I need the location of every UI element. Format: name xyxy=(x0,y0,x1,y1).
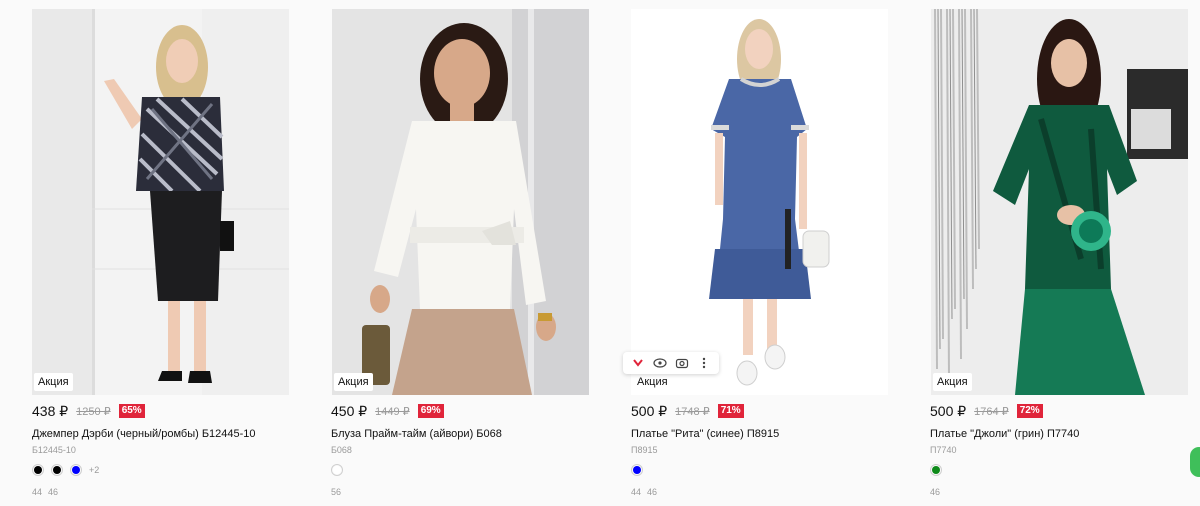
product-photo[interactable]: Акция xyxy=(332,9,589,395)
color-swatch-black[interactable] xyxy=(51,464,63,476)
product-image-dress-green xyxy=(931,9,1188,395)
quick-actions-bar xyxy=(623,352,719,374)
product-card[interactable]: Акция 450 ₽ 1449 ₽ 69% Блуза Прайм-тайм … xyxy=(315,0,589,506)
size-option[interactable]: 44 xyxy=(32,487,42,497)
product-name[interactable]: Джемпер Дэрби (черный/ромбы) Б12445-10 xyxy=(32,428,256,440)
promo-badge: Акция xyxy=(933,373,972,391)
old-price: 1449 ₽ xyxy=(375,405,410,418)
eye-icon[interactable] xyxy=(651,354,669,372)
price-row: 438 ₽ 1250 ₽ 65% xyxy=(32,402,145,420)
current-price: 438 ₽ xyxy=(32,402,69,419)
promo-badge: Акция xyxy=(334,373,373,391)
color-swatch-blue[interactable] xyxy=(70,464,82,476)
price-row: 500 ₽ 1764 ₽ 72% xyxy=(930,402,1043,420)
camera-icon[interactable] xyxy=(673,354,691,372)
size-list: 44 46 xyxy=(32,487,58,497)
chat-widget-button[interactable] xyxy=(1190,447,1200,477)
color-swatch-white[interactable] xyxy=(331,464,343,476)
product-name[interactable]: Блуза Прайм-тайм (айвори) Б068 xyxy=(331,428,502,440)
promo-badge: Акция xyxy=(633,373,672,391)
product-image-dress-blue xyxy=(631,9,888,395)
size-list: 56 xyxy=(331,487,341,497)
old-price: 1748 ₽ xyxy=(675,405,710,418)
size-option[interactable]: 46 xyxy=(48,487,58,497)
product-image-jumper xyxy=(32,9,289,395)
chevron-down-icon[interactable] xyxy=(629,354,647,372)
more-colors[interactable]: +2 xyxy=(89,465,99,475)
product-card[interactable]: Акция 500 ₽ 1748 ₽ 71% Платье "Рита" (си… xyxy=(615,0,888,506)
color-swatches xyxy=(631,464,643,476)
color-swatches xyxy=(331,464,343,476)
current-price: 500 ₽ xyxy=(631,402,668,419)
product-sku: П7740 xyxy=(930,445,957,455)
size-list: 46 xyxy=(930,487,940,497)
promo-badge: Акция xyxy=(34,373,73,391)
size-option[interactable]: 44 xyxy=(631,487,641,497)
product-image-blouse xyxy=(332,9,589,395)
product-photo[interactable]: Акция xyxy=(32,9,289,395)
old-price: 1764 ₽ xyxy=(974,405,1009,418)
product-photo[interactable]: Акция xyxy=(631,9,888,395)
discount-badge: 69% xyxy=(417,404,444,418)
color-swatch-black[interactable] xyxy=(32,464,44,476)
color-swatch-blue[interactable] xyxy=(631,464,643,476)
product-sku: Б12445-10 xyxy=(32,445,76,455)
old-price: 1250 ₽ xyxy=(76,405,111,418)
discount-badge: 72% xyxy=(1016,404,1043,418)
product-card[interactable]: Акция 438 ₽ 1250 ₽ 65% Джемпер Дэрби (че… xyxy=(16,0,289,506)
product-grid: Акция 438 ₽ 1250 ₽ 65% Джемпер Дэрби (че… xyxy=(0,0,1200,506)
product-card[interactable]: Акция 500 ₽ 1764 ₽ 72% Платье "Джоли" (г… xyxy=(914,0,1188,506)
size-option[interactable]: 56 xyxy=(331,487,341,497)
more-vertical-icon[interactable] xyxy=(695,354,713,372)
current-price: 500 ₽ xyxy=(930,402,967,419)
product-name[interactable]: Платье "Рита" (синее) П8915 xyxy=(631,428,779,440)
size-option[interactable]: 46 xyxy=(647,487,657,497)
size-option[interactable]: 46 xyxy=(930,487,940,497)
price-row: 500 ₽ 1748 ₽ 71% xyxy=(631,402,744,420)
product-sku: П8915 xyxy=(631,445,658,455)
product-photo[interactable]: Акция xyxy=(931,9,1188,395)
color-swatches xyxy=(930,464,942,476)
product-name[interactable]: Платье "Джоли" (грин) П7740 xyxy=(930,428,1079,440)
discount-badge: 71% xyxy=(717,404,744,418)
product-sku: Б068 xyxy=(331,445,352,455)
discount-badge: 65% xyxy=(118,404,145,418)
size-list: 44 46 xyxy=(631,487,657,497)
color-swatch-green[interactable] xyxy=(930,464,942,476)
price-row: 450 ₽ 1449 ₽ 69% xyxy=(331,402,444,420)
color-swatches: +2 xyxy=(32,464,99,476)
current-price: 450 ₽ xyxy=(331,402,368,419)
